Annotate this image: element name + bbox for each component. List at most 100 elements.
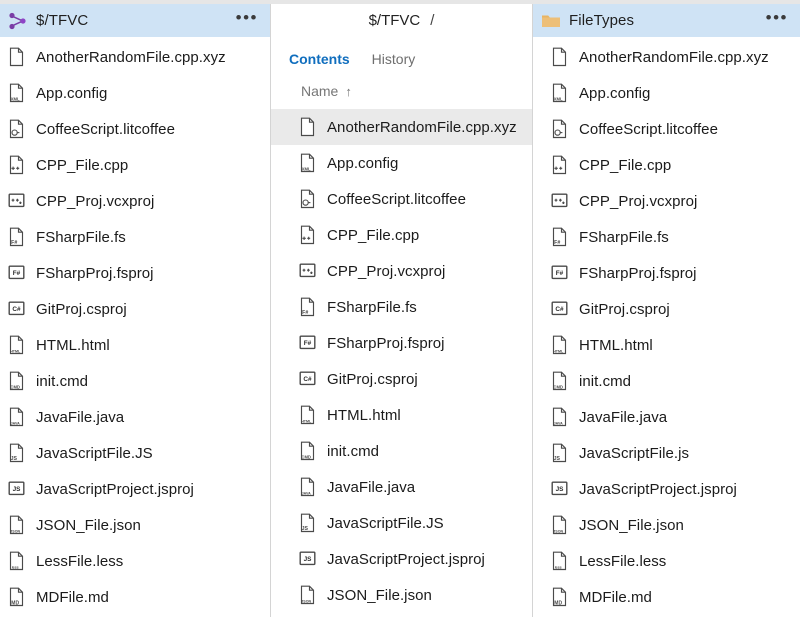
list-item[interactable]: F# FSharpProj.fsproj [0, 255, 270, 291]
right-panel-header[interactable]: FileTypes ••• [533, 4, 800, 37]
list-item[interactable]: AnotherRandomFile.cpp.xyz [0, 39, 270, 75]
file-ext-icon: CMD [299, 441, 316, 461]
file-ext-icon: XML [8, 83, 25, 103]
list-item[interactable]: XML App.config [271, 145, 532, 181]
left-panel-title: $/TFVC [36, 12, 89, 29]
tab-contents[interactable]: Contents [289, 51, 350, 67]
list-item[interactable]: CoffeeScript.litcoffee [0, 111, 270, 147]
list-item[interactable]: XML App.config [533, 75, 800, 111]
list-item[interactable]: less LessFile.less [533, 543, 800, 579]
list-item[interactable]: C# GitProj.csproj [533, 291, 800, 327]
square-badge-icon: C# [299, 369, 316, 389]
list-item-label: JavaScriptFile.JS [327, 514, 444, 532]
list-item-label: LessFile.less [36, 552, 124, 570]
tfvc-file-list: AnotherRandomFile.cpp.xyz XML App.config Co… [0, 37, 270, 615]
svg-text:HTML: HTML [553, 349, 564, 353]
left-panel-header[interactable]: $/TFVC ••• [0, 4, 270, 37]
file-blank-icon [551, 47, 568, 67]
file-ext-icon: JAVA [551, 407, 568, 427]
left-overflow-menu-icon[interactable]: ••• [236, 9, 258, 32]
tab-history[interactable]: History [372, 51, 416, 67]
list-item[interactable]: CPP_Proj.vcxproj [271, 253, 532, 289]
list-item-label: AnotherRandomFile.cpp.xyz [36, 48, 226, 66]
list-item[interactable]: F# FSharpFile.fs [0, 219, 270, 255]
list-item-label: CPP_File.cpp [327, 226, 420, 244]
list-item[interactable]: CPP_File.cpp [533, 147, 800, 183]
list-item[interactable]: CoffeeScript.litcoffee [271, 181, 532, 217]
list-item[interactable]: CMD init.cmd [271, 433, 532, 469]
square-badge-icon: F# [8, 263, 25, 283]
list-item[interactable]: JS JavaScriptFile.JS [0, 435, 270, 471]
list-item[interactable]: F# FSharpFile.fs [271, 289, 532, 325]
list-item[interactable]: CPP_Proj.vcxproj [533, 183, 800, 219]
svg-text:CMD: CMD [301, 454, 311, 459]
file-ext-icon: CMD [551, 371, 568, 391]
list-item[interactable]: AnotherRandomFile.cpp.xyz [533, 39, 800, 75]
list-item-label: HTML.html [579, 336, 653, 354]
file-ext-icon: JAVA [299, 477, 316, 497]
list-item[interactable]: CMD init.cmd [0, 363, 270, 399]
list-item[interactable]: C# GitProj.csproj [0, 291, 270, 327]
list-item[interactable]: F# FSharpFile.fs [533, 219, 800, 255]
svg-text:JAVA: JAVA [554, 421, 563, 425]
sort-ascending-icon: ↑ [345, 83, 352, 99]
list-item-label: MDFile.md [579, 588, 652, 606]
list-item[interactable]: CoffeeScript.litcoffee [533, 111, 800, 147]
list-item[interactable]: JS JavaScriptFile.js [533, 435, 800, 471]
list-item[interactable]: JAVA JavaFile.java [271, 469, 532, 505]
list-item-label: FSharpFile.fs [36, 228, 126, 246]
tfvc-branch-icon [8, 12, 28, 30]
list-item[interactable]: less LessFile.less [0, 543, 270, 579]
list-item[interactable]: JSON JSON_File.json [533, 507, 800, 543]
list-item[interactable]: JSON JSON_File.json [271, 577, 532, 613]
list-item-label: CPP_Proj.vcxproj [36, 192, 155, 210]
list-item[interactable]: MD MDFile.md [0, 579, 270, 615]
list-item-label: JavaFile.java [579, 408, 668, 426]
svg-text:CMD: CMD [10, 384, 20, 389]
list-item-label: JSON_File.json [36, 516, 141, 534]
list-item[interactable]: CPP_File.cpp [271, 217, 532, 253]
list-item-label: CoffeeScript.litcoffee [579, 120, 718, 138]
file-ext-icon: MD [551, 587, 568, 607]
list-item[interactable]: CMD init.cmd [533, 363, 800, 399]
breadcrumb[interactable]: $/TFVC / [271, 4, 532, 37]
list-item[interactable]: XML App.config [0, 75, 270, 111]
list-item[interactable]: JAVA JavaFile.java [0, 399, 270, 435]
list-item-label: JavaScriptProject.jsproj [579, 480, 737, 498]
svg-text:XML: XML [11, 96, 20, 101]
svg-text:JS: JS [554, 456, 561, 462]
list-item-label: GitProj.csproj [579, 300, 670, 318]
list-item[interactable]: CPP_Proj.vcxproj [0, 183, 270, 219]
list-item-label: CPP_File.cpp [579, 156, 672, 174]
folder-icon [541, 12, 561, 30]
svg-text:MD: MD [11, 600, 19, 606]
list-item[interactable]: C# GitProj.csproj [271, 361, 532, 397]
list-item-label: CPP_Proj.vcxproj [327, 262, 446, 280]
list-item[interactable]: JAVA JavaFile.java [533, 399, 800, 435]
svg-text:C#: C# [12, 306, 21, 313]
list-item[interactable]: HTML HTML.html [533, 327, 800, 363]
list-item[interactable]: HTML HTML.html [271, 397, 532, 433]
list-item[interactable]: JSON JSON_File.json [0, 507, 270, 543]
list-item[interactable]: JS JavaScriptProject.jsproj [0, 471, 270, 507]
list-item[interactable]: F# FSharpProj.fsproj [533, 255, 800, 291]
right-overflow-menu-icon[interactable]: ••• [766, 9, 788, 32]
list-item-label: CPP_Proj.vcxproj [579, 192, 698, 210]
list-item[interactable]: F# FSharpProj.fsproj [271, 325, 532, 361]
column-header-name[interactable]: Name ↑ [271, 67, 532, 107]
list-item-label: HTML.html [327, 406, 401, 424]
list-item[interactable]: JS JavaScriptFile.JS [271, 505, 532, 541]
list-item[interactable]: JS JavaScriptProject.jsproj [533, 471, 800, 507]
list-item[interactable]: AnotherRandomFile.cpp.xyz [271, 109, 532, 145]
file-blank-icon [8, 47, 25, 67]
breadcrumb-root[interactable]: $/TFVC [369, 12, 421, 29]
breadcrumb-separator: / [430, 12, 435, 29]
list-item[interactable]: HTML HTML.html [0, 327, 270, 363]
file-js-icon: JS [8, 443, 25, 463]
list-item[interactable]: MD MDFile.md [533, 579, 800, 615]
list-item[interactable]: CPP_File.cpp [0, 147, 270, 183]
list-item[interactable]: JS JavaScriptProject.jsproj [271, 541, 532, 577]
list-item-label: JSON_File.json [579, 516, 684, 534]
square-badge-icon: JS [8, 479, 25, 499]
square-badge-icon: F# [299, 333, 316, 353]
